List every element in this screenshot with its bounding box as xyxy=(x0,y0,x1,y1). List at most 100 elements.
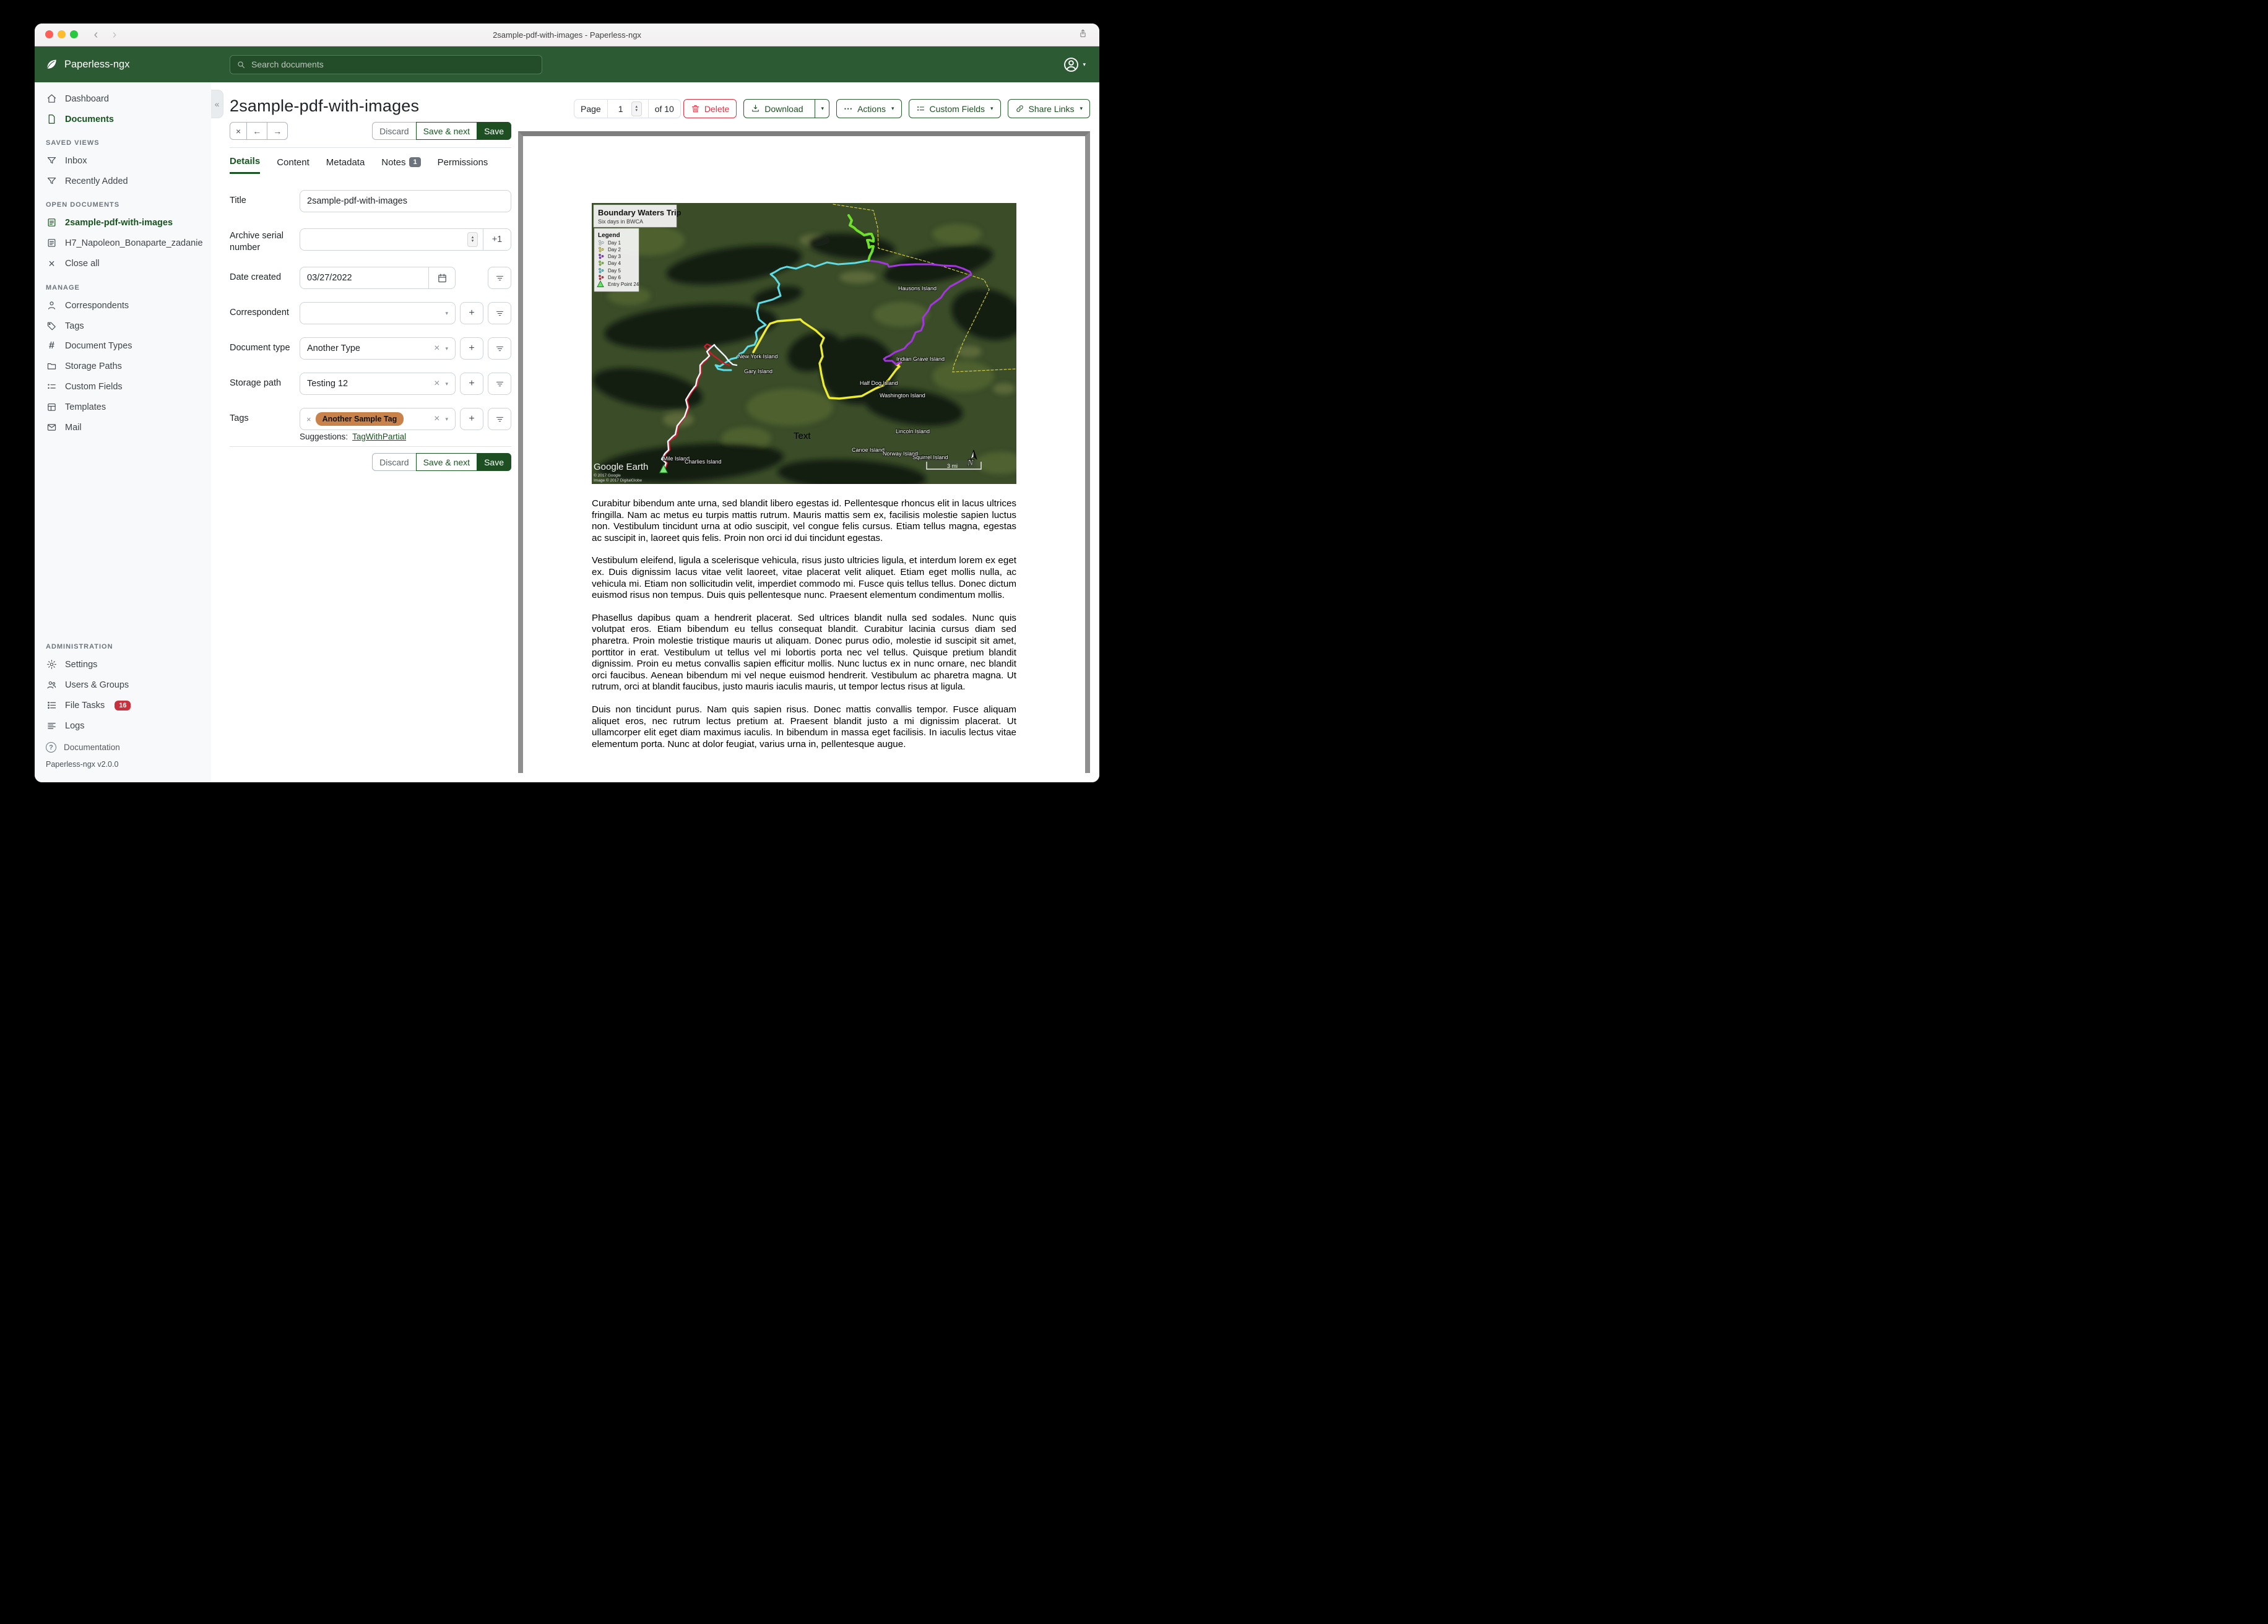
dots-icon: ⋯ xyxy=(844,103,854,113)
sidebar-collapse-handle[interactable]: « xyxy=(211,90,223,118)
document-preview-pane: Page ▴▾ of 10 Delete xyxy=(518,96,1090,782)
page-stepper[interactable]: ▴ ▾ xyxy=(631,101,642,116)
search-box[interactable] xyxy=(230,54,542,74)
map-label-half-dog-island: Half Dog Island xyxy=(860,380,898,386)
tab-notes[interactable]: Notes 1 xyxy=(381,156,421,174)
sidebar-item-templates[interactable]: Templates xyxy=(35,397,211,417)
storage-path-field-label: Storage path xyxy=(230,378,282,388)
chevron-down-icon[interactable]: ▾ xyxy=(445,310,448,316)
clear-icon[interactable]: × xyxy=(434,343,439,354)
sidebar-item-tags[interactable]: Tags xyxy=(35,316,211,336)
tab-metadata[interactable]: Metadata xyxy=(326,156,365,174)
storage-path-select[interactable]: Testing 12 × ▾ xyxy=(300,373,456,395)
add-correspondent-button[interactable]: + xyxy=(460,302,483,324)
chevron-down-icon[interactable]: ▾ xyxy=(445,416,448,422)
tab-content[interactable]: Content xyxy=(277,156,309,174)
clear-icon[interactable]: × xyxy=(434,378,439,389)
sidebar-open-doc-current[interactable]: 2sample-pdf-with-images xyxy=(35,212,211,233)
add-storage-path-button[interactable]: + xyxy=(460,373,483,395)
chevron-down-icon[interactable]: ▾ xyxy=(445,345,448,352)
tab-details[interactable]: Details xyxy=(230,156,261,174)
sidebar-item-storage-paths[interactable]: Storage Paths xyxy=(35,356,211,376)
stepper-down-icon[interactable]: ▾ xyxy=(635,108,638,113)
download-options-caret[interactable]: ▾ xyxy=(814,100,829,118)
brand[interactable]: Paperless-ngx xyxy=(35,58,211,71)
tab-permissions[interactable]: Permissions xyxy=(438,156,488,174)
calendar-button[interactable] xyxy=(428,267,455,288)
window-minimize-button[interactable] xyxy=(58,30,66,38)
sidebar-item-documentation[interactable]: ? Documentation xyxy=(35,736,211,755)
actions-button[interactable]: ⋯ Actions ▾ xyxy=(836,99,902,118)
next-document-button[interactable]: → xyxy=(267,122,288,140)
document-type-select[interactable]: Another Type × ▾ xyxy=(300,337,456,360)
sidebar-item-correspondents[interactable]: Correspondents xyxy=(35,295,211,316)
sidebar-open-doc-2[interactable]: H7_Napoleon_Bonaparte_zadanie xyxy=(35,233,211,253)
save-button[interactable]: Save xyxy=(477,122,511,140)
tab-label: Metadata xyxy=(326,157,365,168)
stepper-down-icon[interactable]: ▾ xyxy=(472,239,474,243)
share-icon[interactable] xyxy=(1078,28,1088,39)
tag-chip[interactable]: Another Sample Tag xyxy=(315,412,404,426)
sidebar-item-inbox[interactable]: Inbox xyxy=(35,150,211,171)
add-tag-button[interactable]: + xyxy=(460,408,483,430)
sidebar-item-mail[interactable]: Mail xyxy=(35,417,211,438)
tags-filter-button[interactable] xyxy=(488,408,511,430)
clear-icon[interactable]: × xyxy=(434,413,439,425)
share-links-button[interactable]: Share Links ▾ xyxy=(1007,99,1090,118)
title-input[interactable] xyxy=(300,196,511,206)
sidebar-item-recently-added[interactable]: Recently Added xyxy=(35,171,211,191)
custom-fields-button[interactable]: Custom Fields ▾ xyxy=(908,99,1001,118)
correspondent-filter-button[interactable] xyxy=(488,302,511,324)
storage-path-value: Testing 12 xyxy=(307,379,348,389)
close-document-button[interactable]: × xyxy=(230,122,248,140)
sidebar-item-logs[interactable]: Logs xyxy=(35,715,211,736)
add-document-type-button[interactable]: + xyxy=(460,337,483,360)
legend-label: Day 2 xyxy=(608,247,621,253)
date-filter-button[interactable] xyxy=(488,267,511,289)
tags-select[interactable]: × Another Sample Tag × ▾ xyxy=(300,408,456,430)
manage-heading: MANAGE xyxy=(46,284,80,292)
document-type-filter-button[interactable] xyxy=(488,337,511,360)
correspondent-select[interactable]: ▾ xyxy=(300,302,456,324)
asn-input[interactable] xyxy=(300,235,467,244)
sidebar-item-settings[interactable]: Settings xyxy=(35,654,211,675)
search-input[interactable] xyxy=(250,59,535,70)
sidebar-item-documents[interactable]: Documents xyxy=(35,109,211,129)
sidebar-item-label: Logs xyxy=(65,720,85,731)
sidebar-item-document-types[interactable]: # Document Types xyxy=(35,336,211,356)
tab-label: Content xyxy=(277,157,309,168)
asn-stepper[interactable]: ▴ ▾ xyxy=(467,232,478,247)
page-number-input[interactable] xyxy=(613,103,628,114)
map-label-lincoln-island: Lincoln Island xyxy=(896,428,930,434)
asn-next-button[interactable]: +1 xyxy=(483,229,511,250)
window-close-button[interactable] xyxy=(45,30,53,38)
download-button[interactable]: Download ▾ xyxy=(743,99,830,118)
discard-button[interactable]: Discard xyxy=(372,453,417,471)
sidebar-item-users-groups[interactable]: Users & Groups xyxy=(35,675,211,695)
window-zoom-button[interactable] xyxy=(70,30,78,38)
sidebar-item-dashboard[interactable]: Dashboard xyxy=(35,89,211,109)
save-button[interactable]: Save xyxy=(477,453,511,471)
date-created-input[interactable] xyxy=(300,273,428,283)
chevron-down-icon[interactable]: ▾ xyxy=(445,381,448,387)
previous-document-button[interactable]: ← xyxy=(246,122,268,140)
user-menu[interactable]: ▾ xyxy=(1063,56,1086,73)
page-navigation: Page ▴▾ of 10 xyxy=(574,99,681,118)
tag-remove-icon[interactable]: × xyxy=(306,415,311,424)
gear-icon xyxy=(46,659,58,670)
sidebar-item-custom-fields[interactable]: Custom Fields xyxy=(35,376,211,397)
discard-button[interactable]: Discard xyxy=(372,122,417,140)
save-and-next-button[interactable]: Save & next xyxy=(415,453,478,471)
storage-path-filter-button[interactable] xyxy=(488,373,511,395)
sidebar-close-all[interactable]: × Close all xyxy=(35,253,211,274)
delete-button[interactable]: Delete xyxy=(683,99,737,118)
administration-heading: ADMINISTRATION xyxy=(46,643,113,650)
pdf-viewer[interactable]: Hausons Island New York Island Gary Isla… xyxy=(518,131,1090,773)
browser-forward-icon[interactable]: › xyxy=(108,25,121,44)
tag-suggestion-link[interactable]: TagWithPartial xyxy=(352,432,406,441)
sidebar-item-file-tasks[interactable]: File Tasks 16 xyxy=(35,695,211,715)
asn-field-label: Archive serial number xyxy=(230,231,284,253)
pdf-page: Hausons Island New York Island Gary Isla… xyxy=(592,136,1016,750)
save-and-next-button[interactable]: Save & next xyxy=(415,122,478,140)
browser-back-icon[interactable]: ‹ xyxy=(89,25,103,44)
